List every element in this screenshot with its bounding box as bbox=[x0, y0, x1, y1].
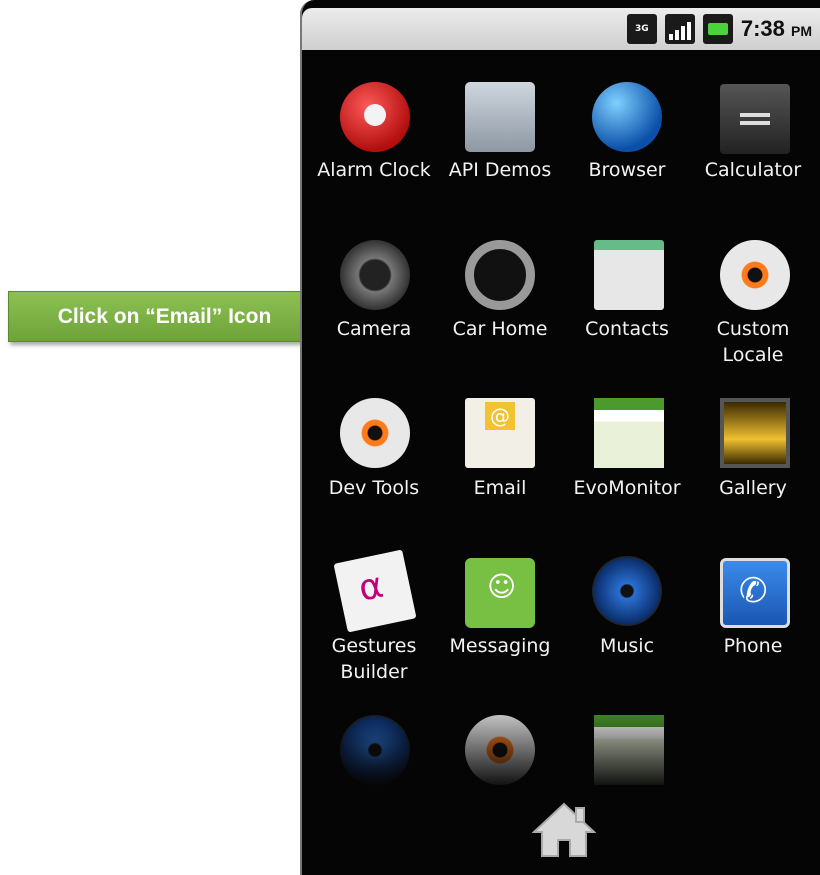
contacts-icon bbox=[594, 240, 664, 310]
gear-icon bbox=[340, 398, 410, 468]
steering-wheel-icon bbox=[465, 240, 535, 310]
folder-gear-icon bbox=[465, 82, 535, 152]
gestures-icon bbox=[333, 549, 417, 633]
annotation-callout: Click on “Email” Icon bbox=[8, 291, 321, 342]
status-time: 7:38 PM bbox=[740, 16, 812, 41]
alarm-clock-icon bbox=[340, 82, 410, 152]
music-icon bbox=[592, 556, 662, 626]
globe-icon bbox=[592, 82, 662, 152]
scroll-fade bbox=[302, 700, 820, 790]
camera-icon bbox=[340, 240, 410, 310]
gear-icon bbox=[720, 240, 790, 310]
battery-charging-icon bbox=[702, 14, 733, 44]
home-icon[interactable] bbox=[532, 800, 596, 858]
signal-strength-icon bbox=[664, 14, 695, 44]
email-icon bbox=[465, 398, 535, 468]
phone-icon bbox=[720, 558, 790, 628]
network-3g-icon: 3G bbox=[626, 14, 657, 44]
calculator-icon bbox=[720, 84, 790, 154]
android-icon bbox=[594, 398, 664, 468]
gallery-icon bbox=[720, 398, 790, 468]
callout-text: Click on “Email” Icon bbox=[57, 304, 272, 328]
status-bar: 3G 7:38 PM bbox=[302, 8, 820, 50]
phone-screen: 3G 7:38 PM Alarm Clock API Demos Browser… bbox=[300, 0, 820, 875]
messaging-icon bbox=[465, 558, 535, 628]
